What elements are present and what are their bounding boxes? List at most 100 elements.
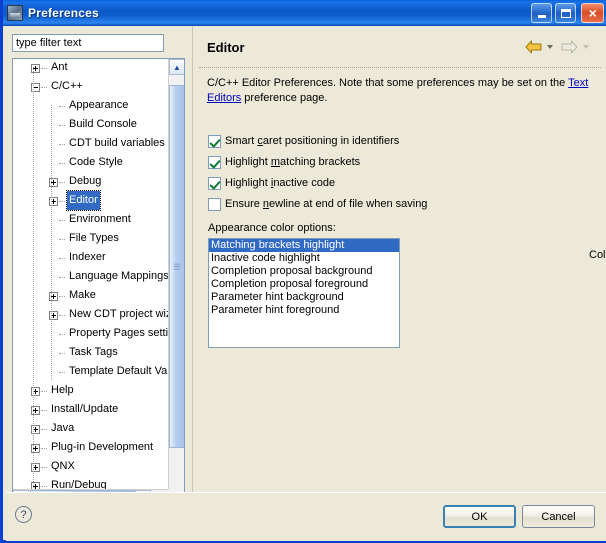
tree-item-c-c[interactable]: C/C++ bbox=[13, 78, 168, 97]
help-icon[interactable]: ? bbox=[15, 506, 32, 523]
tree-item-editor[interactable]: Editor bbox=[13, 192, 168, 211]
tree-connector bbox=[41, 486, 47, 488]
tree-connector bbox=[41, 448, 47, 450]
scroll-thumb-grip: ☰ bbox=[173, 262, 180, 271]
tree-item-label: Java bbox=[49, 419, 76, 438]
tree-connector bbox=[59, 315, 65, 317]
tree-item-property-pages-settings[interactable]: Property Pages settings bbox=[13, 325, 168, 344]
tree-item-help[interactable]: Help bbox=[13, 382, 168, 401]
tree-item-language-mappings[interactable]: Language Mappings bbox=[13, 268, 168, 287]
list-item[interactable]: Matching brackets highlight bbox=[209, 239, 399, 252]
tree-item-label: Help bbox=[49, 381, 76, 400]
tree-connector bbox=[59, 144, 65, 146]
tree-connector bbox=[59, 296, 65, 298]
description-text-part2: preference page. bbox=[241, 92, 327, 104]
page-description: C/C++ Editor Preferences. Note that some… bbox=[207, 76, 593, 106]
back-arrow-icon[interactable] bbox=[525, 40, 542, 54]
tree-item-label: Build Console bbox=[67, 115, 139, 134]
tree-items-container: AntC/C++AppearanceBuild ConsoleCDT build… bbox=[13, 59, 168, 489]
tree-connector bbox=[59, 220, 65, 222]
tree-item-label: CDT build variables bbox=[67, 134, 167, 153]
tree-item-run-debug[interactable]: Run/Debug bbox=[13, 477, 168, 489]
checkbox-checked-icon[interactable] bbox=[208, 177, 221, 190]
cancel-button[interactable]: Cancel bbox=[522, 505, 595, 528]
title-bar: Preferences × bbox=[3, 0, 606, 26]
checkbox-checked-icon[interactable] bbox=[208, 135, 221, 148]
checkbox-highlight-inactive-code[interactable]: Highlight inactive code bbox=[208, 175, 335, 191]
tree-item-code-style[interactable]: Code Style bbox=[13, 154, 168, 173]
tree-item-label: New CDT project wizard bbox=[67, 305, 168, 324]
minimize-button[interactable] bbox=[531, 3, 552, 23]
header-divider bbox=[199, 67, 601, 68]
tree-item-new-cdt-project-wizard[interactable]: New CDT project wizard bbox=[13, 306, 168, 325]
tree-connector bbox=[59, 258, 65, 260]
list-item[interactable]: Inactive code highlight bbox=[209, 252, 399, 265]
tree-item-indexer[interactable]: Indexer bbox=[13, 249, 168, 268]
list-item[interactable]: Completion proposal background bbox=[209, 265, 399, 278]
appearance-color-options-list[interactable]: Matching brackets highlightInactive code… bbox=[208, 238, 400, 348]
tree-item-file-types[interactable]: File Types bbox=[13, 230, 168, 249]
back-dropdown-chevron-down-icon[interactable] bbox=[547, 45, 553, 49]
tree-item-install-update[interactable]: Install/Update bbox=[13, 401, 168, 420]
tree-item-label: Run/Debug bbox=[49, 476, 109, 489]
list-item[interactable]: Parameter hint foreground bbox=[209, 304, 399, 317]
tree-connector bbox=[41, 87, 47, 89]
vertical-scroll-thumb[interactable]: ☰ bbox=[169, 85, 185, 448]
tree-guide-line bbox=[33, 67, 35, 489]
tree-item-label: Property Pages settings bbox=[67, 324, 168, 343]
ok-button[interactable]: OK bbox=[443, 505, 516, 528]
tree-connector bbox=[59, 239, 65, 241]
tree-connector bbox=[59, 106, 65, 108]
tree-item-cdt-build-variables[interactable]: CDT build variables bbox=[13, 135, 168, 154]
color-label: Color: bbox=[589, 249, 606, 261]
tree-item-debug[interactable]: Debug bbox=[13, 173, 168, 192]
tree-item-task-tags[interactable]: Task Tags bbox=[13, 344, 168, 363]
preferences-tree[interactable]: AntC/C++AppearanceBuild ConsoleCDT build… bbox=[12, 58, 185, 506]
tree-item-label: Environment bbox=[67, 210, 133, 229]
checkbox-label: Highlight matching brackets bbox=[225, 156, 360, 168]
list-item[interactable]: Parameter hint background bbox=[209, 291, 399, 304]
forward-dropdown-chevron-down-icon bbox=[583, 45, 589, 49]
tree-connector bbox=[41, 467, 47, 469]
tree-connector bbox=[59, 353, 65, 355]
scroll-up-button[interactable]: ▲ bbox=[169, 59, 185, 75]
tree-item-plug-in-development[interactable]: Plug-in Development bbox=[13, 439, 168, 458]
tree-item-label: Indexer bbox=[67, 248, 108, 267]
filter-input[interactable] bbox=[12, 34, 164, 52]
appearance-color-options-label: Appearance color options: bbox=[208, 222, 336, 234]
checkbox-smart-caret-positioning-in-identifiers[interactable]: Smart caret positioning in identifiers bbox=[208, 133, 399, 149]
dialog-footer: ? OK Cancel bbox=[6, 492, 606, 541]
close-button[interactable]: × bbox=[581, 3, 604, 23]
tree-item-label: C/C++ bbox=[49, 77, 85, 96]
list-item[interactable]: Completion proposal foreground bbox=[209, 278, 399, 291]
maximize-button[interactable] bbox=[555, 3, 576, 23]
tree-item-appearance[interactable]: Appearance bbox=[13, 97, 168, 116]
tree-connector bbox=[59, 182, 65, 184]
checkbox-unchecked-icon[interactable] bbox=[208, 198, 221, 211]
checkbox-checked-icon[interactable] bbox=[208, 156, 221, 169]
tree-item-label: Plug-in Development bbox=[49, 438, 155, 457]
tree-item-java[interactable]: Java bbox=[13, 420, 168, 439]
tree-connector bbox=[59, 277, 65, 279]
tree-item-qnx[interactable]: QNX bbox=[13, 458, 168, 477]
tree-item-label: Install/Update bbox=[49, 400, 120, 419]
tree-connector bbox=[59, 372, 65, 374]
navigation-pane: AntC/C++AppearanceBuild ConsoleCDT build… bbox=[6, 26, 191, 492]
tree-item-label: Make bbox=[67, 286, 98, 305]
tree-item-label: Ant bbox=[49, 59, 70, 77]
tree-item-label: QNX bbox=[49, 457, 77, 476]
tree-connector bbox=[41, 391, 47, 393]
tree-item-label: Debug bbox=[67, 172, 103, 191]
tree-item-make[interactable]: Make bbox=[13, 287, 168, 306]
tree-item-template-default-values[interactable]: Template Default Values bbox=[13, 363, 168, 382]
tree-item-environment[interactable]: Environment bbox=[13, 211, 168, 230]
tree-vertical-scrollbar[interactable]: ▲ ☰ ▼ bbox=[168, 59, 184, 506]
checkbox-highlight-matching-brackets[interactable]: Highlight matching brackets bbox=[208, 154, 360, 170]
checkbox-label: Smart caret positioning in identifiers bbox=[225, 135, 399, 147]
checkbox-ensure-newline-at-end-of-file-when-saving[interactable]: Ensure newline at end of file when savin… bbox=[208, 196, 427, 212]
tree-connector bbox=[59, 201, 65, 203]
tree-item-ant[interactable]: Ant bbox=[13, 59, 168, 78]
forward-arrow-icon bbox=[561, 40, 578, 54]
tree-item-build-console[interactable]: Build Console bbox=[13, 116, 168, 135]
tree-connector bbox=[59, 334, 65, 336]
